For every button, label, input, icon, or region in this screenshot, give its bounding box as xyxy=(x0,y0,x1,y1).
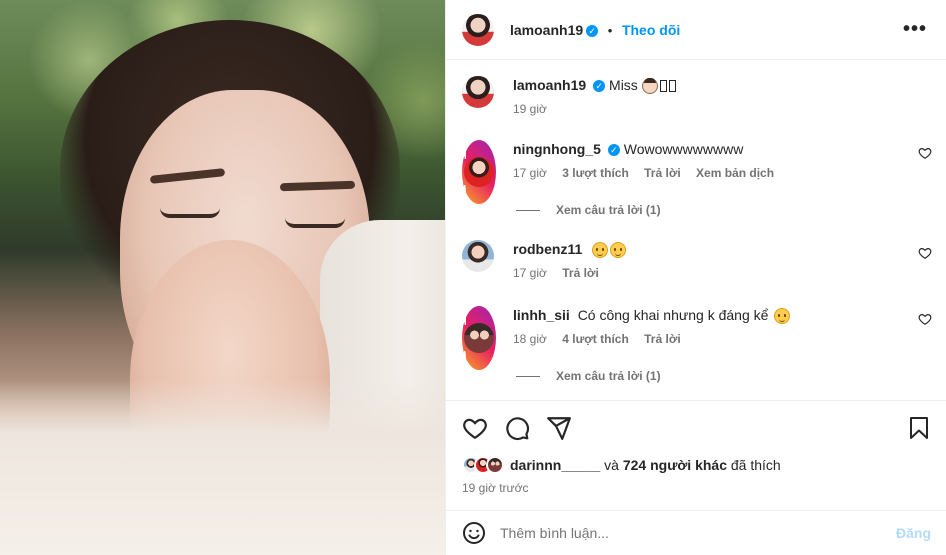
glyph-box-icon xyxy=(668,80,676,93)
photo-eye-left xyxy=(160,208,220,218)
comment-time[interactable]: 18 giờ xyxy=(513,332,547,346)
comment-meta: 17 giờ 3 lượt thích Trả lời Xem bản dịch xyxy=(513,166,913,180)
liker-avatars xyxy=(462,456,504,474)
share-send-icon[interactable] xyxy=(546,415,572,441)
avatar-image xyxy=(464,323,494,353)
commenter-avatar[interactable] xyxy=(462,140,496,204)
bookmark-save-icon[interactable] xyxy=(907,415,931,441)
caption-username[interactable]: lamoanh19 xyxy=(513,77,586,93)
translate-button[interactable]: Xem bản dịch xyxy=(696,166,774,180)
caption-avatar[interactable] xyxy=(462,76,494,108)
smiling-emoji-icon xyxy=(592,242,609,259)
caption-text: Miss xyxy=(609,77,638,93)
verified-icon: ✓ xyxy=(607,144,620,157)
likes-others-count[interactable]: 724 người khác xyxy=(623,457,727,473)
more-options-icon[interactable]: ••• xyxy=(903,18,927,41)
comment-bubble-icon[interactable] xyxy=(504,415,530,441)
action-icons xyxy=(462,415,572,441)
comment-username[interactable]: linhh_sii xyxy=(513,307,570,323)
verified-icon: ✓ xyxy=(593,80,606,93)
reply-button[interactable]: Trả lời xyxy=(644,166,681,180)
comment-line: ningnhong_5 ✓ Wowowwwwwwww xyxy=(513,140,913,158)
photo-shirt xyxy=(0,380,445,555)
smiling-emoji-icon xyxy=(610,242,627,259)
comment-username[interactable]: rodbenz11 xyxy=(513,241,582,257)
likes-summary: darinnn_____ và 724 người khác đã thích xyxy=(462,456,781,474)
commenter-avatar[interactable] xyxy=(462,240,494,272)
view-replies-label: Xem câu trả lời (1) xyxy=(556,203,661,217)
comment-meta: 18 giờ 4 lượt thích Trả lời xyxy=(513,332,913,346)
like-comment-heart-icon[interactable] xyxy=(918,312,932,326)
comment-text: Có công khai nhưng k đáng kể xyxy=(577,307,769,323)
likes-suffix: đã thích xyxy=(730,457,781,473)
view-replies-button[interactable]: Xem câu trả lời (1) xyxy=(516,369,661,383)
post-side-panel: lamoanh19 ✓ • Theo dõi ••• lamoanh19 ✓ Mis… xyxy=(445,0,946,555)
post-timestamp[interactable]: 19 giờ trước xyxy=(462,481,528,495)
view-replies-button[interactable]: Xem câu trả lời (1) xyxy=(516,203,661,217)
author-avatar[interactable] xyxy=(462,13,494,46)
like-heart-icon[interactable] xyxy=(462,415,488,441)
caption-body: lamoanh19 ✓ Miss 19 giờ xyxy=(513,76,913,116)
caption-time[interactable]: 19 giờ xyxy=(513,102,547,116)
like-comment-heart-icon[interactable] xyxy=(918,146,932,160)
post-comment-button[interactable]: Đăng xyxy=(896,525,931,541)
liker-username[interactable]: darinnn_____ xyxy=(510,457,600,473)
man-face-emoji-icon xyxy=(641,78,658,95)
emoji-picker-icon[interactable] xyxy=(462,521,486,545)
like-comment-heart-icon[interactable] xyxy=(918,246,932,260)
reply-button[interactable]: Trả lời xyxy=(644,332,681,346)
comment-likes[interactable]: 3 lượt thích xyxy=(562,166,629,180)
post-photo[interactable] xyxy=(0,0,445,555)
author-username[interactable]: lamoanh19 xyxy=(510,22,583,38)
likes-and: và xyxy=(604,457,619,473)
comment-time[interactable]: 17 giờ xyxy=(513,166,547,180)
comment-username[interactable]: ningnhong_5 xyxy=(513,141,601,157)
comment-likes[interactable]: 4 lượt thích xyxy=(562,332,629,346)
post-header: lamoanh19 ✓ • Theo dõi ••• xyxy=(446,0,946,60)
liker-avatar[interactable] xyxy=(486,456,504,474)
comment-input[interactable] xyxy=(500,525,896,541)
comment-time[interactable]: 17 giờ xyxy=(513,266,547,280)
comment-body: rodbenz11 17 giờ Trả lời xyxy=(513,240,913,280)
author-block: lamoanh19 ✓ • Theo dõi xyxy=(510,22,680,38)
comment-body: ningnhong_5 ✓ Wowowwwwwwww 17 giờ 3 lượt … xyxy=(513,140,913,180)
follow-button[interactable]: Theo dõi xyxy=(622,22,680,38)
post-actions: darinnn_____ và 724 người khác đã thích … xyxy=(446,400,946,510)
comment-text: Wowowwwwwwww xyxy=(623,141,744,157)
comment-meta: 17 giờ Trả lời xyxy=(513,266,913,280)
smiling-emoji-icon xyxy=(774,308,791,325)
comment-line: linhh_sii Có công khai nhưng k đáng kể xyxy=(513,306,913,325)
replies-line-divider xyxy=(516,375,540,377)
reply-button[interactable]: Trả lời xyxy=(562,266,599,280)
verified-icon: ✓ xyxy=(586,25,599,38)
glyph-box-icon xyxy=(659,80,667,93)
commenter-avatar[interactable] xyxy=(462,306,496,370)
comment-body: linhh_sii Có công khai nhưng k đáng kể 1… xyxy=(513,306,913,346)
comment-line: rodbenz11 xyxy=(513,240,913,259)
avatar-image xyxy=(464,157,494,187)
replies-line-divider xyxy=(516,209,540,211)
separator-dot: • xyxy=(607,22,613,38)
caption-line: lamoanh19 ✓ Miss xyxy=(513,76,913,95)
photo-eye-right xyxy=(285,218,345,228)
caption-meta: 19 giờ xyxy=(513,102,913,116)
view-replies-label: Xem câu trả lời (1) xyxy=(556,369,661,383)
add-comment-bar: Đăng xyxy=(446,510,946,555)
